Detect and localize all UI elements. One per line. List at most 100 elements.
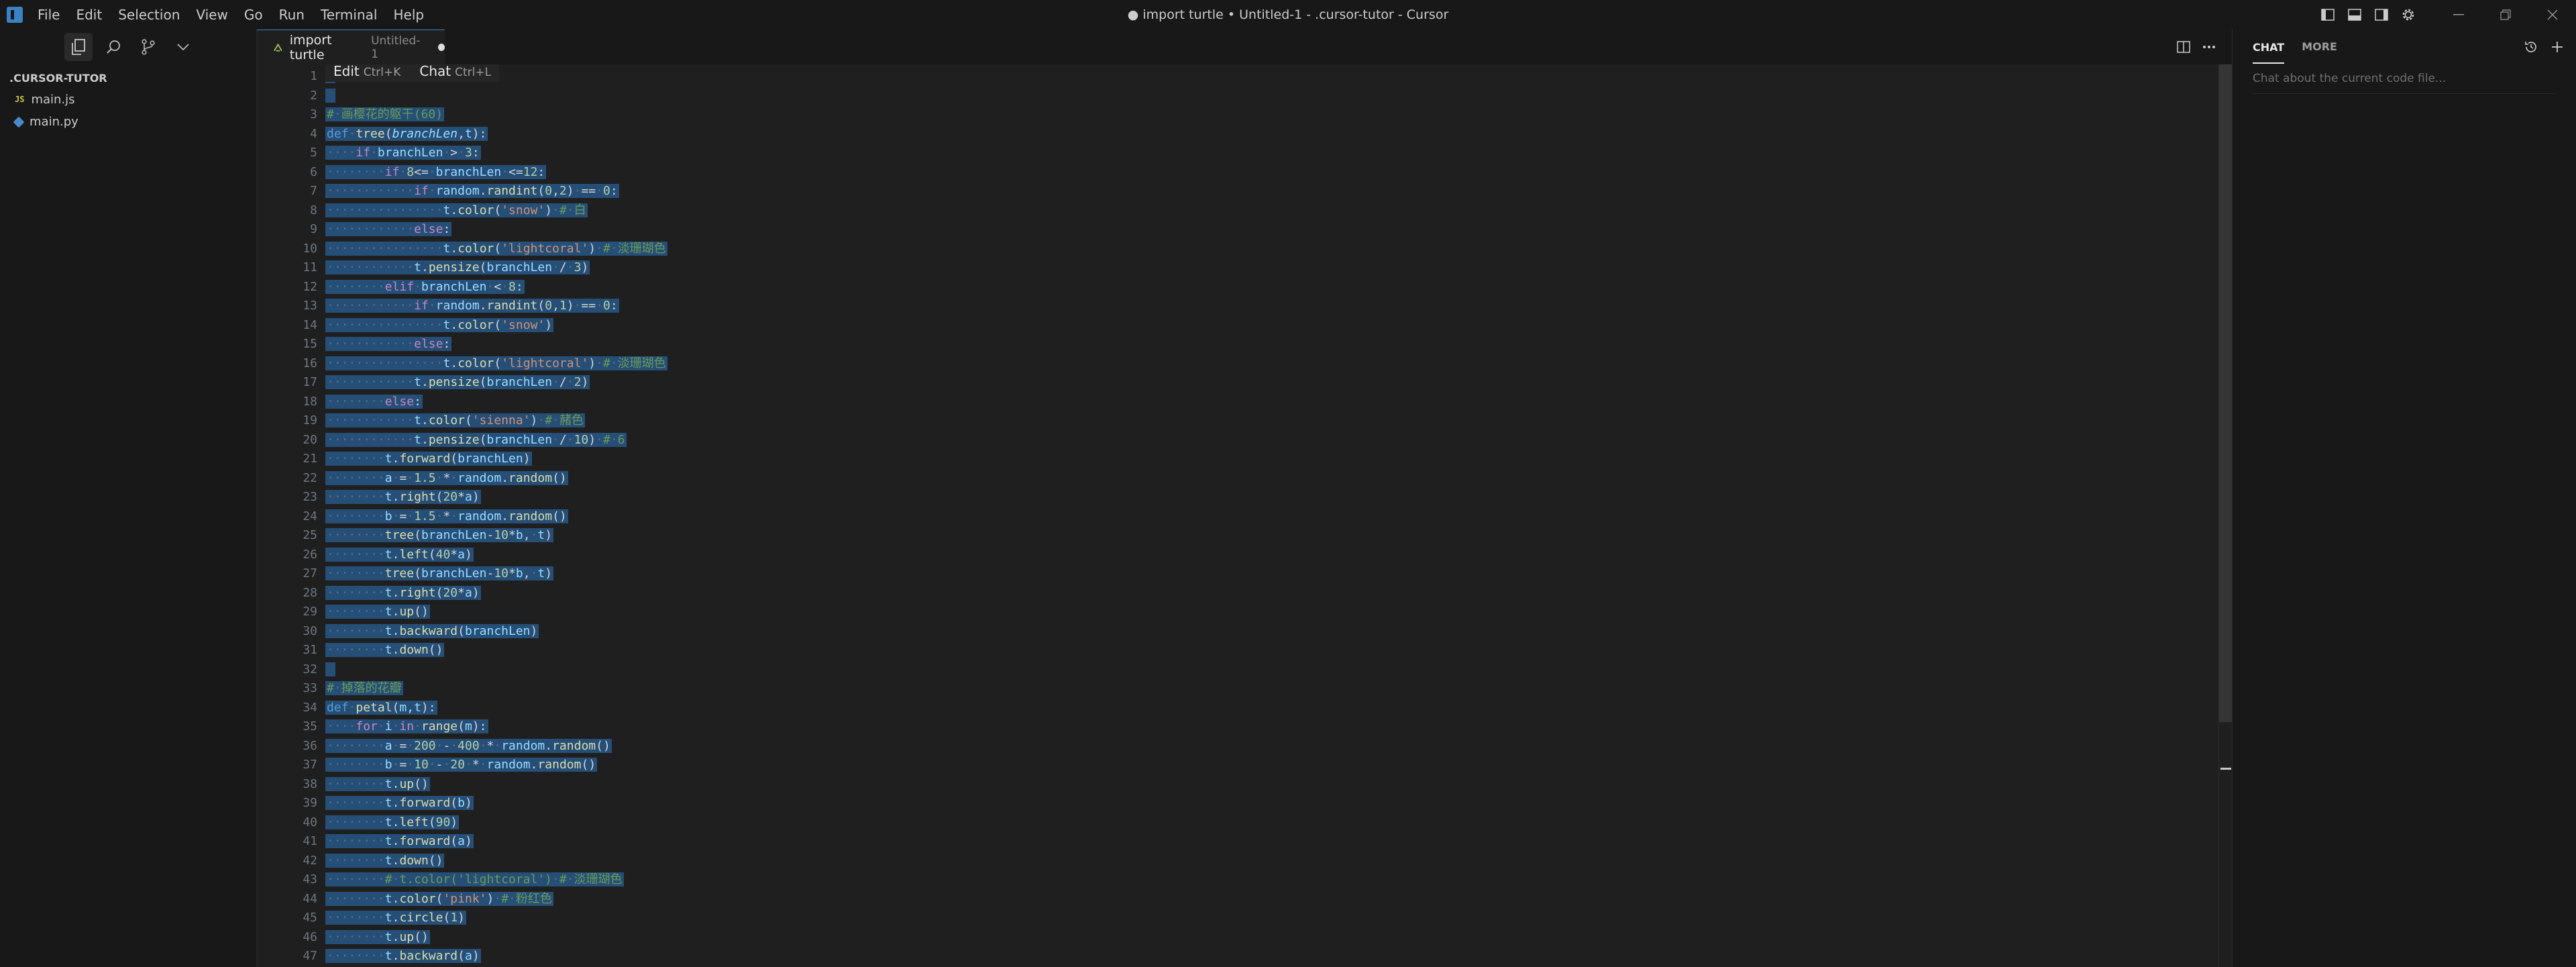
line-number: 28 bbox=[303, 585, 317, 600]
line-number: 19 bbox=[303, 413, 317, 427]
code-line: ········t.forward(b) bbox=[325, 794, 474, 813]
line-number: 12 bbox=[303, 279, 317, 294]
editor-scrollbar[interactable] bbox=[2218, 64, 2233, 967]
selected-code-text: ········else: bbox=[325, 394, 423, 409]
search-icon[interactable] bbox=[99, 33, 127, 61]
menu-help[interactable]: Help bbox=[385, 0, 432, 30]
selected-code-text: ········t.left(90) bbox=[325, 815, 460, 829]
code-line bbox=[325, 660, 335, 680]
split-editor-icon[interactable] bbox=[2177, 41, 2190, 53]
line-number: 13 bbox=[303, 299, 317, 313]
line-number: 30 bbox=[303, 623, 317, 638]
code-line: ········a·=·200·-·400·*·random.random() bbox=[325, 737, 612, 756]
code-line: ········elif·branchLen·<·8: bbox=[325, 278, 525, 297]
explorer-files-icon[interactable] bbox=[64, 33, 93, 61]
new-chat-plus-icon[interactable] bbox=[2551, 40, 2564, 54]
line-number: 42 bbox=[303, 853, 317, 868]
line-number: 27 bbox=[303, 566, 317, 580]
line-number: 25 bbox=[303, 528, 317, 542]
tab-description: Untitled-1 bbox=[371, 34, 421, 61]
selected-code-text: ············t.pensize(branchLen·/·2) bbox=[325, 375, 590, 389]
javascript-file-icon: JS bbox=[15, 95, 25, 104]
code-line: ········t.backward(branchLen) bbox=[325, 622, 539, 642]
menu-view[interactable]: View bbox=[188, 0, 235, 30]
file-item-main-js[interactable]: JS main.js bbox=[0, 89, 256, 111]
selected-code-text: ········a·=·200·-·400·*·random.random() bbox=[325, 738, 612, 753]
chat-input[interactable]: Chat about the current code file... bbox=[2253, 67, 2556, 94]
scrollbar-thumb[interactable] bbox=[2219, 64, 2233, 722]
line-number: 20 bbox=[303, 432, 317, 447]
selected-code-text: ············t.color('sienna')·#·赭色 bbox=[325, 413, 585, 427]
chevron-down-icon[interactable] bbox=[169, 33, 197, 61]
chat-hint-button[interactable]: Chat Ctrl+L bbox=[419, 64, 491, 79]
code-line: ············if·random.randint(0,2)·==·0: bbox=[325, 182, 619, 201]
editor-tab-bar: import turtle Untitled-1 bbox=[257, 30, 2232, 64]
selected-code-text: #·掉落的花瓣 bbox=[325, 681, 403, 695]
code-line: def·tree(branchLen,t): bbox=[325, 125, 488, 144]
source-control-icon[interactable] bbox=[134, 33, 162, 61]
code-line: ············else: bbox=[325, 220, 452, 240]
code-line: ········tree(branchLen-10*b,·t) bbox=[325, 526, 554, 546]
selected-code-text: ········elif·branchLen·<·8: bbox=[325, 279, 525, 294]
tab-chat[interactable]: CHAT bbox=[2253, 30, 2285, 64]
unsaved-dot-icon[interactable] bbox=[437, 44, 445, 51]
code-line: ········t.up() bbox=[325, 928, 430, 948]
selected-code-text: def·petal(m,t): bbox=[325, 700, 437, 715]
selected-code-text: ········t.up() bbox=[325, 929, 430, 944]
editor-actions bbox=[2177, 30, 2232, 64]
selected-code-text: ············t.pensize(branchLen·/·10)·#·… bbox=[325, 432, 627, 447]
menu-terminal[interactable]: Terminal bbox=[313, 0, 386, 30]
line-number: 26 bbox=[303, 547, 317, 562]
selected-code-text: def·tree(branchLen,t): bbox=[325, 126, 488, 141]
menu-selection[interactable]: Selection bbox=[110, 0, 188, 30]
sidebar-toolbar bbox=[0, 30, 256, 64]
edit-hint-button[interactable]: Edit Ctrl+K bbox=[333, 64, 400, 79]
restore-button[interactable] bbox=[2482, 0, 2529, 30]
line-number: 3 bbox=[310, 107, 317, 121]
more-actions-icon[interactable] bbox=[2202, 45, 2216, 49]
menu-run[interactable]: Run bbox=[271, 0, 313, 30]
line-number: 6 bbox=[310, 164, 317, 179]
line-number: 24 bbox=[303, 509, 317, 523]
selected-code-text bbox=[325, 662, 335, 676]
settings-gear-icon[interactable] bbox=[2395, 0, 2422, 30]
close-window-button[interactable] bbox=[2529, 0, 2576, 30]
menu-edit[interactable]: Edit bbox=[68, 0, 110, 30]
code-line: ············t.color('sienna')·#·赭色 bbox=[325, 411, 585, 431]
selected-code-text: ········t.right(20*a) bbox=[325, 490, 481, 504]
code-line: ········if·8<=·branchLen·<=12: bbox=[325, 163, 547, 183]
code-editor[interactable]: Edit Ctrl+K Chat Ctrl+L 1 2 3 4 5 6 7 8 9 10 11 12 13 1… bbox=[257, 64, 2232, 967]
scrollbar-cursor-marker bbox=[2220, 768, 2231, 770]
line-number: 8 bbox=[310, 203, 317, 217]
line-number: 4 bbox=[310, 126, 317, 141]
code-line: ········a·=·1.5·*·random.random() bbox=[325, 469, 568, 489]
line-number: 9 bbox=[310, 222, 317, 236]
code-line: ········t.left(90) bbox=[325, 813, 460, 833]
code-line: def·petal(m,t): bbox=[325, 699, 437, 718]
line-number: 36 bbox=[303, 738, 317, 753]
menu-go[interactable]: Go bbox=[236, 0, 271, 30]
toggle-primary-sidebar-icon[interactable] bbox=[2314, 0, 2341, 30]
chat-header: CHAT MORE bbox=[2233, 30, 2576, 64]
explorer-folder-title[interactable]: .CURSOR-TUTOR bbox=[0, 68, 256, 89]
minimize-button[interactable] bbox=[2435, 0, 2482, 30]
code-line: ········t.forward(branchLen) bbox=[325, 450, 532, 469]
tab-more[interactable]: MORE bbox=[2302, 30, 2337, 64]
line-number: 22 bbox=[303, 470, 317, 485]
file-item-main-py[interactable]: main.py bbox=[0, 111, 256, 133]
line-number: 11 bbox=[303, 260, 317, 274]
toggle-panel-icon[interactable] bbox=[2341, 0, 2368, 30]
line-number: 23 bbox=[303, 490, 317, 504]
selected-code-text: ········#·t.color('lightcoral')·#·淡珊瑚色 bbox=[325, 872, 624, 886]
menu-file[interactable]: File bbox=[30, 0, 68, 30]
toggle-secondary-sidebar-icon[interactable] bbox=[2368, 0, 2395, 30]
line-number: 14 bbox=[303, 317, 317, 332]
line-number: 21 bbox=[303, 452, 317, 466]
line-number: 40 bbox=[303, 815, 317, 829]
history-icon[interactable] bbox=[2524, 40, 2538, 54]
editor-tab-untitled-1[interactable]: import turtle Untitled-1 bbox=[257, 30, 445, 64]
selected-code-text: ········t.up() bbox=[325, 605, 430, 619]
line-number: 32 bbox=[303, 662, 317, 676]
line-number: 35 bbox=[303, 719, 317, 733]
code-line: ············t.pensize(branchLen·/·10)·#·… bbox=[325, 431, 627, 450]
